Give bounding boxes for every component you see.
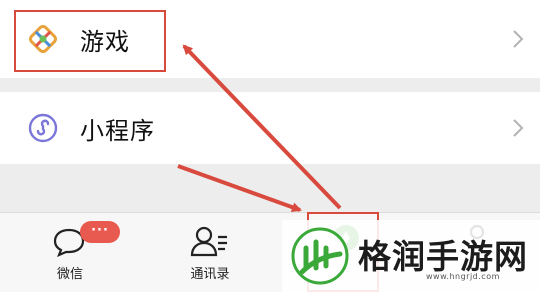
mini-programs-entry[interactable]: 小程序 xyxy=(0,92,540,164)
contacts-icon xyxy=(190,226,227,257)
tab-contacts-label: 通讯录 xyxy=(190,267,230,282)
chevron-right-icon xyxy=(513,119,524,137)
watermark: 格润手游网 www.hngrjd.com xyxy=(282,220,540,292)
arrow-to-discover xyxy=(177,164,302,212)
games-label: 游戏 xyxy=(80,27,130,56)
wechat-discover-screen: 游戏 小程序 ··· 微信 通讯录 格润手游网 www.hngrjd.com xyxy=(0,0,540,292)
watermark-brand: 格润手游网 xyxy=(358,237,528,276)
tab-chats[interactable]: ··· 微信 xyxy=(30,213,120,293)
games-entry[interactable]: 游戏 xyxy=(0,0,540,78)
tab-chats-label: 微信 xyxy=(56,267,83,282)
games-icon xyxy=(29,25,57,53)
mini-programs-icon xyxy=(28,113,58,143)
chevron-right-icon xyxy=(513,30,524,48)
watermark-url: www.hngrjd.com xyxy=(426,272,500,281)
tab-contacts[interactable]: 通讯录 xyxy=(170,213,250,293)
mini-programs-label: 小程序 xyxy=(80,116,155,145)
unread-badge: ··· xyxy=(80,221,120,243)
leaf-logo-icon xyxy=(291,227,349,285)
